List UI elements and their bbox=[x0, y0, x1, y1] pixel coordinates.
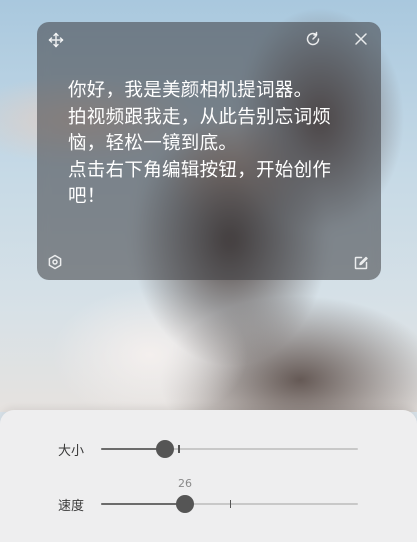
size-slider-default-tick bbox=[178, 445, 180, 453]
size-slider[interactable] bbox=[101, 440, 358, 458]
teleprompter-text: 你好，我是美颜相机提词器。 拍视频跟我走，从此告别忘词烦恼，轻松一镜到底。 点击… bbox=[68, 80, 332, 207]
size-label: 大小 bbox=[58, 444, 85, 459]
speed-slider-default-tick bbox=[229, 500, 231, 508]
size-slider-thumb[interactable] bbox=[156, 440, 175, 458]
speed-slider-thumb[interactable] bbox=[175, 495, 194, 513]
rotate-icon[interactable] bbox=[303, 29, 323, 49]
speed-slider-fill bbox=[101, 503, 185, 505]
control-panel: 大小 26 速度 bbox=[0, 410, 417, 542]
speed-slider[interactable] bbox=[101, 495, 358, 513]
speed-label: 速度 bbox=[58, 499, 85, 514]
move-icon[interactable] bbox=[46, 30, 66, 50]
settings-icon[interactable] bbox=[45, 252, 65, 272]
speed-value: 26 bbox=[178, 477, 192, 490]
edit-icon[interactable] bbox=[351, 253, 371, 273]
teleprompter-card[interactable]: 你好，我是美颜相机提词器。 拍视频跟我走，从此告别忘词烦恼，轻松一镜到底。 点击… bbox=[37, 22, 381, 280]
close-icon[interactable] bbox=[351, 29, 371, 49]
